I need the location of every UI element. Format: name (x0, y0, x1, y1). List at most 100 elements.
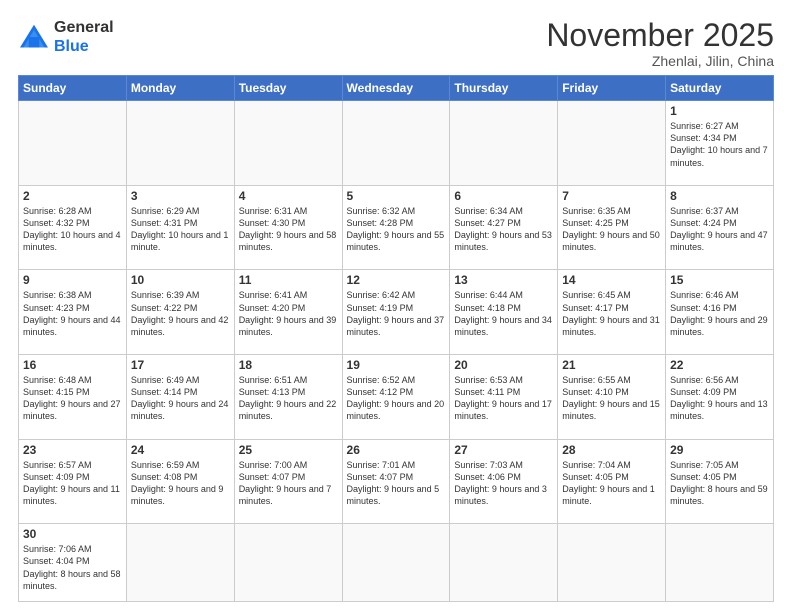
table-row: 15 Sunrise: 6:46 AM Sunset: 4:16 PM Dayli… (666, 270, 774, 355)
cell-info-text: Sunrise: 6:28 AM Sunset: 4:32 PM Dayligh… (23, 205, 122, 254)
table-row: 11 Sunrise: 6:41 AM Sunset: 4:20 PM Dayli… (234, 270, 342, 355)
table-row: 24 Sunrise: 6:59 AM Sunset: 4:08 PM Dayli… (126, 439, 234, 524)
cell-info-text: Sunrise: 6:48 AM Sunset: 4:15 PM Dayligh… (23, 374, 122, 423)
col-wednesday: Wednesday (342, 76, 450, 101)
table-row (558, 524, 666, 602)
table-row (342, 101, 450, 186)
table-row: 26Sunrise: 7:01 AM Sunset: 4:07 PM Dayli… (342, 439, 450, 524)
cell-info-text: Sunrise: 6:42 AM Sunset: 4:19 PM Dayligh… (347, 289, 446, 338)
table-row (126, 101, 234, 186)
cell-day-number: 10 (131, 273, 230, 287)
table-row: 4Sunrise: 6:31 AM Sunset: 4:30 PM Daylig… (234, 185, 342, 270)
cell-day-number: 21 (562, 358, 661, 372)
table-row: 23 Sunrise: 6:57 AM Sunset: 4:09 PM Dayli… (19, 439, 127, 524)
table-row: 6Sunrise: 6:34 AM Sunset: 4:27 PM Daylig… (450, 185, 558, 270)
table-row: 25 Sunrise: 7:00 AM Sunset: 4:07 PM Dayli… (234, 439, 342, 524)
col-friday: Friday (558, 76, 666, 101)
cell-day-number: 5 (347, 189, 446, 203)
cell-day-number: 24 (131, 443, 230, 457)
logo: General Blue (18, 18, 114, 56)
cell-day-number: 1 (670, 104, 769, 118)
table-row: 9Sunrise: 6:38 AM Sunset: 4:23 PM Daylig… (19, 270, 127, 355)
logo-text: General Blue (54, 18, 114, 56)
table-row: 19Sunrise: 6:52 AM Sunset: 4:12 PM Dayli… (342, 355, 450, 440)
table-row: 21 Sunrise: 6:55 AM Sunset: 4:10 PM Dayli… (558, 355, 666, 440)
table-row: 1 Sunrise: 6:27 AM Sunset: 4:34 PM Daylig… (666, 101, 774, 186)
cell-info-text: Sunrise: 6:39 AM Sunset: 4:22 PM Dayligh… (131, 289, 230, 338)
cell-day-number: 12 (347, 273, 446, 287)
cell-day-number: 15 (670, 273, 769, 287)
table-row: 12 Sunrise: 6:42 AM Sunset: 4:19 PM Dayli… (342, 270, 450, 355)
table-row (126, 524, 234, 602)
cell-info-text: Sunrise: 6:57 AM Sunset: 4:09 PM Dayligh… (23, 459, 122, 508)
cell-info-text: Sunrise: 7:06 AM Sunset: 4:04 PM Dayligh… (23, 543, 122, 592)
cell-day-number: 16 (23, 358, 122, 372)
cell-info-text: Sunrise: 6:45 AM Sunset: 4:17 PM Dayligh… (562, 289, 661, 338)
cell-day-number: 27 (454, 443, 553, 457)
title-block: November 2025 Zhenlai, Jilin, China (546, 18, 774, 69)
col-saturday: Saturday (666, 76, 774, 101)
table-row (342, 524, 450, 602)
cell-day-number: 23 (23, 443, 122, 457)
cell-day-number: 13 (454, 273, 553, 287)
location-subtitle: Zhenlai, Jilin, China (546, 53, 774, 69)
cell-day-number: 19 (347, 358, 446, 372)
col-thursday: Thursday (450, 76, 558, 101)
cell-day-number: 17 (131, 358, 230, 372)
table-row (234, 524, 342, 602)
cell-info-text: Sunrise: 7:00 AM Sunset: 4:07 PM Dayligh… (239, 459, 338, 508)
cell-info-text: Sunrise: 6:35 AM Sunset: 4:25 PM Dayligh… (562, 205, 661, 254)
cell-day-number: 14 (562, 273, 661, 287)
cell-day-number: 20 (454, 358, 553, 372)
cell-day-number: 25 (239, 443, 338, 457)
col-tuesday: Tuesday (234, 76, 342, 101)
page-header: General Blue November 2025 Zhenlai, Jili… (18, 18, 774, 69)
cell-info-text: Sunrise: 6:49 AM Sunset: 4:14 PM Dayligh… (131, 374, 230, 423)
table-row: 18 Sunrise: 6:51 AM Sunset: 4:13 PM Dayli… (234, 355, 342, 440)
cell-info-text: Sunrise: 6:41 AM Sunset: 4:20 PM Dayligh… (239, 289, 338, 338)
table-row: 14 Sunrise: 6:45 AM Sunset: 4:17 PM Dayli… (558, 270, 666, 355)
table-row: 16 Sunrise: 6:48 AM Sunset: 4:15 PM Dayli… (19, 355, 127, 440)
table-row (558, 101, 666, 186)
table-row: 20 Sunrise: 6:53 AM Sunset: 4:11 PM Dayli… (450, 355, 558, 440)
cell-day-number: 3 (131, 189, 230, 203)
cell-day-number: 22 (670, 358, 769, 372)
table-row: 29Sunrise: 7:05 AM Sunset: 4:05 PM Dayli… (666, 439, 774, 524)
cell-info-text: Sunrise: 7:03 AM Sunset: 4:06 PM Dayligh… (454, 459, 553, 508)
cell-info-text: Sunrise: 6:59 AM Sunset: 4:08 PM Dayligh… (131, 459, 230, 508)
table-row (450, 101, 558, 186)
calendar-header-row: Sunday Monday Tuesday Wednesday Thursday… (19, 76, 774, 101)
table-row (450, 524, 558, 602)
cell-day-number: 2 (23, 189, 122, 203)
cell-info-text: Sunrise: 6:46 AM Sunset: 4:16 PM Dayligh… (670, 289, 769, 338)
cell-info-text: Sunrise: 6:29 AM Sunset: 4:31 PM Dayligh… (131, 205, 230, 254)
table-row: 5 Sunrise: 6:32 AM Sunset: 4:28 PM Daylig… (342, 185, 450, 270)
cell-day-number: 26 (347, 443, 446, 457)
logo-icon (18, 23, 50, 51)
table-row: 8 Sunrise: 6:37 AM Sunset: 4:24 PM Daylig… (666, 185, 774, 270)
table-row (19, 101, 127, 186)
cell-info-text: Sunrise: 6:53 AM Sunset: 4:11 PM Dayligh… (454, 374, 553, 423)
cell-info-text: Sunrise: 7:04 AM Sunset: 4:05 PM Dayligh… (562, 459, 661, 508)
cell-info-text: Sunrise: 6:27 AM Sunset: 4:34 PM Dayligh… (670, 120, 769, 169)
cell-info-text: Sunrise: 6:44 AM Sunset: 4:18 PM Dayligh… (454, 289, 553, 338)
cell-info-text: Sunrise: 6:38 AM Sunset: 4:23 PM Dayligh… (23, 289, 122, 338)
table-row (234, 101, 342, 186)
table-row: 7 Sunrise: 6:35 AM Sunset: 4:25 PM Daylig… (558, 185, 666, 270)
cell-day-number: 18 (239, 358, 338, 372)
cell-day-number: 7 (562, 189, 661, 203)
cell-day-number: 8 (670, 189, 769, 203)
table-row: 30Sunrise: 7:06 AM Sunset: 4:04 PM Dayli… (19, 524, 127, 602)
cell-info-text: Sunrise: 6:32 AM Sunset: 4:28 PM Dayligh… (347, 205, 446, 254)
table-row: 2 Sunrise: 6:28 AM Sunset: 4:32 PM Daylig… (19, 185, 127, 270)
table-row (666, 524, 774, 602)
cell-info-text: Sunrise: 6:51 AM Sunset: 4:13 PM Dayligh… (239, 374, 338, 423)
cell-day-number: 4 (239, 189, 338, 203)
calendar-table: Sunday Monday Tuesday Wednesday Thursday… (18, 75, 774, 602)
table-row: 17 Sunrise: 6:49 AM Sunset: 4:14 PM Dayli… (126, 355, 234, 440)
cell-info-text: Sunrise: 6:55 AM Sunset: 4:10 PM Dayligh… (562, 374, 661, 423)
table-row: 10 Sunrise: 6:39 AM Sunset: 4:22 PM Dayli… (126, 270, 234, 355)
cell-info-text: Sunrise: 6:37 AM Sunset: 4:24 PM Dayligh… (670, 205, 769, 254)
table-row: 22Sunrise: 6:56 AM Sunset: 4:09 PM Dayli… (666, 355, 774, 440)
cell-day-number: 11 (239, 273, 338, 287)
